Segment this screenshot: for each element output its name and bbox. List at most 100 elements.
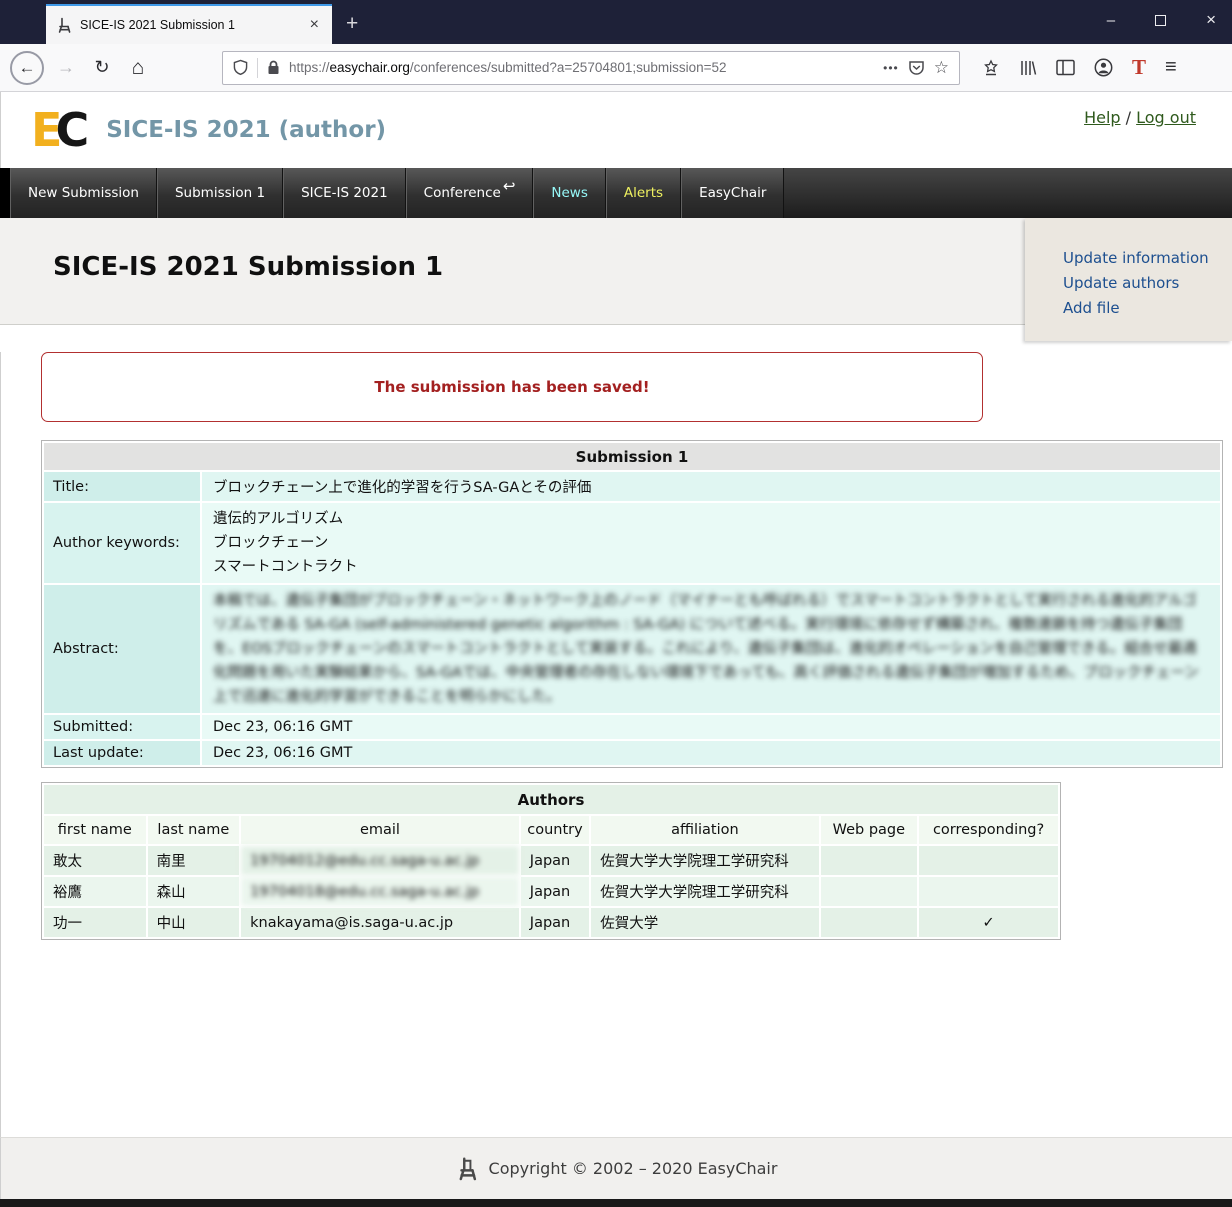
url-scheme: https:// <box>289 60 330 75</box>
back-button[interactable]: ← <box>10 51 44 85</box>
nav-item-alerts[interactable]: Alerts <box>606 168 681 218</box>
author-first-name: 敢太 <box>44 846 146 875</box>
tab-title: SICE-IS 2021 Submission 1 <box>80 18 299 32</box>
bookmarks-menu-icon[interactable] <box>982 59 1000 77</box>
abstract-label: Abstract: <box>44 585 200 713</box>
lock-icon[interactable] <box>267 60 280 75</box>
author-first-name: 功一 <box>44 908 146 937</box>
update-information-link[interactable]: Update information <box>1063 246 1232 271</box>
logo-letter-c: C <box>55 103 86 157</box>
author-email-blurred: 19704012@edu.cc.saga-u.ac.jp <box>241 846 519 875</box>
keyword-line: スマートコントラクト <box>213 555 1209 579</box>
tab-close-icon[interactable]: × <box>307 16 322 34</box>
author-row: 敢太 南里 19704012@edu.cc.saga-u.ac.jp Japan… <box>44 846 1058 875</box>
url-path: /conferences/submitted?a=25704801;submis… <box>410 60 727 75</box>
author-row: 功一 中山 knakayama@is.saga-u.ac.jp Japan 佐賀… <box>44 908 1058 937</box>
forward-button[interactable]: → <box>51 57 81 78</box>
submitted-label: Submitted: <box>44 715 200 739</box>
help-logout-links: Help / Log out <box>1084 108 1196 127</box>
col-corresponding: corresponding? <box>919 816 1058 844</box>
window-controls: – × <box>1107 10 1216 30</box>
last-update-value: Dec 23, 06:16 GMT <box>202 741 1220 765</box>
conference-role-title: SICE-IS 2021 (author) <box>106 117 386 143</box>
submission-caption: Submission 1 <box>44 443 1220 470</box>
abstract-blurred-text: 本稿では、遺伝子集団がブロックチェーン・ネットワーク上のノード（マイナーとも呼ば… <box>213 589 1209 709</box>
link-separator: / <box>1126 108 1131 127</box>
nav-item-submission-1[interactable]: Submission 1 <box>157 168 283 218</box>
page-actions-icon[interactable]: ••• <box>883 61 899 75</box>
site-header: EC SICE-IS 2021 (author) Help / Log out <box>0 92 1232 168</box>
help-link[interactable]: Help <box>1084 108 1120 127</box>
browser-tab[interactable]: SICE-IS 2021 Submission 1 × <box>46 4 332 44</box>
url-bar[interactable]: https://easychair.org/conferences/submit… <box>222 51 960 85</box>
new-tab-button[interactable]: + <box>346 12 358 36</box>
easychair-chair-icon <box>456 1156 478 1182</box>
table-row: Title: ブロックチェーン上で進化的学習を行うSA-GAとその評価 <box>44 472 1220 501</box>
main-content: The submission has been saved! Submissio… <box>0 352 1232 1137</box>
table-row: Abstract: 本稿では、遺伝子集団がブロックチェーン・ネットワーク上のノー… <box>44 585 1220 713</box>
author-web-page <box>821 846 918 875</box>
account-icon[interactable] <box>1094 58 1113 77</box>
save-confirmation-box: The submission has been saved! <box>41 352 983 422</box>
authors-caption: Authors <box>44 785 1058 814</box>
author-corresponding <box>919 846 1058 875</box>
shield-icon[interactable] <box>233 59 248 76</box>
logout-link[interactable]: Log out <box>1136 108 1196 127</box>
abstract-value: 本稿では、遺伝子集団がブロックチェーン・ネットワーク上のノード（マイナーとも呼ば… <box>202 585 1220 713</box>
keywords-value: 遺伝的アルゴリズム ブロックチェーン スマートコントラクト <box>202 503 1220 583</box>
nav-item-easychair[interactable]: EasyChair <box>681 168 784 218</box>
nav-item-new-submission[interactable]: New Submission <box>10 168 157 218</box>
nav-item-sice-is-2021[interactable]: SICE-IS 2021 <box>283 168 406 218</box>
page-footer: Copyright © 2002 – 2020 EasyChair <box>0 1137 1232 1199</box>
menu-hamburger-icon[interactable]: ≡ <box>1165 56 1177 79</box>
authors-table-wrap: Authors first name last name email count… <box>41 782 1061 940</box>
table-caption-row: Authors <box>44 785 1058 814</box>
author-affiliation: 佐賀大学大学院理工学研究科 <box>591 877 818 906</box>
sidebar-toggle-icon[interactable] <box>1056 59 1075 76</box>
return-arrow-icon: ↩ <box>503 177 516 195</box>
library-icon[interactable] <box>1019 59 1037 77</box>
maximize-icon[interactable] <box>1155 15 1166 26</box>
title-value: ブロックチェーン上で進化的学習を行うSA-GAとその評価 <box>202 472 1220 501</box>
add-file-link[interactable]: Add file <box>1063 296 1232 321</box>
submitted-value: Dec 23, 06:16 GMT <box>202 715 1220 739</box>
table-caption-row: Submission 1 <box>44 443 1220 470</box>
col-email: email <box>241 816 519 844</box>
toolbar-icons: T ≡ <box>982 55 1177 80</box>
window-close-icon[interactable]: × <box>1206 10 1216 30</box>
author-web-page <box>821 877 918 906</box>
col-last-name: last name <box>148 816 240 844</box>
easychair-favicon-chair-icon <box>56 17 72 33</box>
author-first-name: 裕鷹 <box>44 877 146 906</box>
urlbar-divider <box>257 58 258 78</box>
reload-button[interactable]: ↻ <box>87 57 117 78</box>
nav-left-cap <box>0 168 10 218</box>
home-button[interactable]: ⌂ <box>123 56 153 80</box>
author-corresponding-check: ✓ <box>919 908 1058 937</box>
title-label: Title: <box>44 472 200 501</box>
easychair-logo: EC <box>31 103 86 157</box>
nav-item-conference[interactable]: Conference↩ <box>406 168 534 218</box>
taskbar-edge <box>0 1199 1232 1207</box>
author-last-name: 森山 <box>148 877 240 906</box>
bookmark-star-icon[interactable]: ☆ <box>934 58 949 78</box>
side-menu: Update information Update authors Add fi… <box>1025 218 1232 341</box>
browser-titlebar: SICE-IS 2021 Submission 1 × + – × <box>0 0 1232 44</box>
author-email-blurred: 19704018@edu.cc.saga-u.ac.jp <box>241 877 519 906</box>
extension-t-icon[interactable]: T <box>1132 55 1146 80</box>
author-last-name: 中山 <box>148 908 240 937</box>
nav-item-news[interactable]: News <box>533 168 605 218</box>
submission-table: Submission 1 Title: ブロックチェーン上で進化的学習を行うSA… <box>41 440 1223 768</box>
table-row: Author keywords: 遺伝的アルゴリズム ブロックチェーン スマート… <box>44 503 1220 583</box>
authors-table: Authors first name last name email count… <box>41 782 1061 940</box>
last-update-label: Last update: <box>44 741 200 765</box>
author-country: Japan <box>521 877 589 906</box>
update-authors-link[interactable]: Update authors <box>1063 271 1232 296</box>
copyright-text: Copyright © 2002 – 2020 EasyChair <box>489 1159 778 1178</box>
main-navigation: New Submission Submission 1 SICE-IS 2021… <box>0 168 1232 218</box>
pocket-icon[interactable] <box>908 60 925 76</box>
minimize-icon[interactable]: – <box>1107 12 1115 29</box>
back-arrow-icon: ← <box>19 58 36 78</box>
url-text[interactable]: https://easychair.org/conferences/submit… <box>289 60 874 75</box>
col-affiliation: affiliation <box>591 816 818 844</box>
